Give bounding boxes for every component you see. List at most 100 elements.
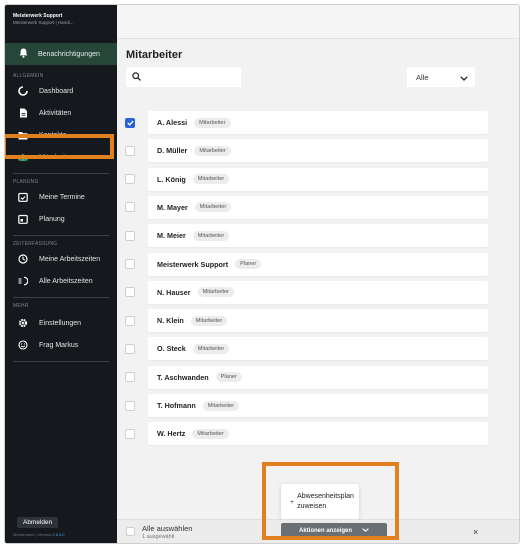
row-checkbox[interactable] <box>125 428 135 439</box>
row-checkbox[interactable] <box>125 230 135 241</box>
employee-name: T. Hofmann <box>157 401 196 410</box>
brand: Meisterwerk Support Meisterwerk Support … <box>13 13 113 25</box>
employee-row[interactable]: D. Müller Mitarbeiter <box>148 139 488 163</box>
section-more: MEHR <box>13 303 29 309</box>
row-checkbox[interactable] <box>125 372 135 383</box>
version-prefix: Meisterwerk | Version <box>13 532 53 537</box>
employee-row[interactable]: N. Hauser Mitarbeiter <box>148 280 488 304</box>
row-checkbox[interactable] <box>125 174 135 185</box>
sidebar-item-all-working-hours[interactable]: Alle Arbeitszeiten <box>5 271 117 291</box>
row-checkbox[interactable] <box>125 400 135 411</box>
sidebar-item-label: Benachrichtigungen <box>38 50 100 58</box>
selected-count: 1 ausgewählt <box>142 534 175 540</box>
sidebar-item-dashboard[interactable]: Dashboard <box>5 81 117 101</box>
employee-row[interactable]: L. König Mitarbeiter <box>148 167 488 191</box>
sidebar-item-settings[interactable]: Einstellungen <box>5 313 117 333</box>
sidebar-item-label: Frag Markus <box>39 341 79 349</box>
role-badge: Mitarbeiter <box>194 202 232 213</box>
role-badge: Mitarbeiter <box>197 287 234 298</box>
row-checkbox[interactable] <box>125 343 135 354</box>
close-icon[interactable]: × <box>473 527 478 537</box>
smiley-icon <box>18 340 28 350</box>
role-badge: Mitarbeiter <box>192 174 230 185</box>
calendar-check-icon <box>18 192 28 202</box>
logout-button[interactable]: Abmelden <box>17 517 59 528</box>
role-badge: Planer <box>215 372 242 383</box>
employee-name: M. Meier <box>157 231 186 241</box>
employee-row[interactable]: A. Alessi Mitarbeiter <box>148 111 488 134</box>
employee-row[interactable]: Meisterwerk Support Planer <box>148 252 488 276</box>
employee-name: A. Alessi <box>157 118 188 127</box>
employee-row[interactable]: O. Steck Mitarbeiter <box>148 337 488 361</box>
sidebar-item-activities[interactable]: Aktivitäten <box>5 103 117 123</box>
clock-icon <box>18 254 28 264</box>
employee-row[interactable]: M. Mayer Mitarbeiter <box>148 195 488 219</box>
document-icon <box>18 108 28 118</box>
sidebar-item-label: Alle Arbeitszeiten <box>39 277 93 285</box>
sidebar-item-notifications[interactable]: Benachrichtigungen <box>5 43 117 65</box>
role-badge: Mitarbeiter <box>202 400 240 411</box>
version-info: Meisterwerk | Version 2.6.3.0 <box>13 532 65 537</box>
role-badge: Planer <box>235 259 262 269</box>
section-time-tracking: ZEITERFASSUNG <box>13 241 58 247</box>
chevron-down-icon <box>460 68 468 86</box>
select-all-label[interactable]: Alle auswählen <box>142 524 192 533</box>
sidebar-item-my-appointments[interactable]: Meine Termine <box>5 187 117 207</box>
row-checkbox[interactable] <box>125 287 135 298</box>
sidebar-divider <box>13 173 109 174</box>
row-checkbox[interactable] <box>125 117 135 128</box>
employee-name: W. Hertz <box>157 429 186 439</box>
role-badge: Mitarbeiter <box>192 343 230 354</box>
brand-subtitle: Meisterwerk Support | Handi... <box>13 20 74 25</box>
sidebar-item-label: Meine Termine <box>39 193 85 201</box>
employee-name: O. Steck <box>157 344 186 354</box>
employee-row[interactable]: N. Klein Mitarbeiter <box>148 309 488 333</box>
version-number: 2.6.3.0 <box>52 532 65 537</box>
employee-name: N. Hauser <box>157 287 191 297</box>
employee-name: D. Müller <box>157 146 188 156</box>
page-title: Mitarbeiter <box>126 49 183 61</box>
employee-row[interactable]: T. Aschwanden Planer <box>148 365 488 389</box>
employee-name: N. Klein <box>157 316 184 326</box>
employee-name: Meisterwerk Support <box>157 259 229 269</box>
section-planning: PLANUNG <box>13 179 39 185</box>
role-badge: Mitarbeiter <box>192 428 229 439</box>
dashboard-icon <box>18 86 28 96</box>
search-icon <box>132 68 141 86</box>
sidebar-item-my-working-hours[interactable]: Meine Arbeitszeiten <box>5 249 117 269</box>
employee-row[interactable]: T. Hofmann Mitarbeiter <box>148 394 488 417</box>
highlight-actions <box>262 462 399 540</box>
role-badge: Mitarbeiter <box>192 230 230 241</box>
brand-title: Meisterwerk Support <box>13 13 63 19</box>
employee-row[interactable]: M. Meier Mitarbeiter <box>148 224 488 248</box>
list-clock-icon <box>18 276 28 286</box>
employee-name: L. König <box>157 174 186 184</box>
role-badge: Mitarbeiter <box>190 315 228 326</box>
calendar-icon <box>18 214 28 224</box>
top-bar <box>117 5 519 39</box>
sidebar-item-label: Planung <box>39 215 65 223</box>
row-checkbox[interactable] <box>125 315 135 326</box>
search-box[interactable] <box>126 67 241 87</box>
employee-name: M. Mayer <box>157 202 188 212</box>
search-input[interactable] <box>145 73 235 81</box>
row-checkbox[interactable] <box>125 145 135 156</box>
role-badge: Mitarbeiter <box>194 117 231 128</box>
sidebar-item-label: Meine Arbeitszeiten <box>39 255 101 263</box>
sidebar-divider <box>13 297 109 298</box>
role-badge: Mitarbeiter <box>194 145 231 156</box>
row-checkbox[interactable] <box>125 202 135 213</box>
sidebar-item-ask-markus[interactable]: Frag Markus <box>5 335 117 355</box>
bell-icon <box>19 45 28 63</box>
sidebar-item-label: Aktivitäten <box>39 109 72 117</box>
row-checkbox[interactable] <box>125 259 135 269</box>
sidebar-item-planning[interactable]: Planung <box>5 209 117 229</box>
employee-row[interactable]: W. Hertz Mitarbeiter <box>148 422 488 446</box>
highlight-employees <box>5 134 114 159</box>
sidebar-divider <box>13 361 109 362</box>
select-all-checkbox[interactable] <box>126 527 135 536</box>
app-window: Meisterwerk Support Meisterwerk Support … <box>4 4 520 544</box>
sidebar-item-label: Dashboard <box>39 87 74 95</box>
checkmark-icon <box>126 120 134 126</box>
filter-select[interactable]: Alle <box>407 67 475 87</box>
